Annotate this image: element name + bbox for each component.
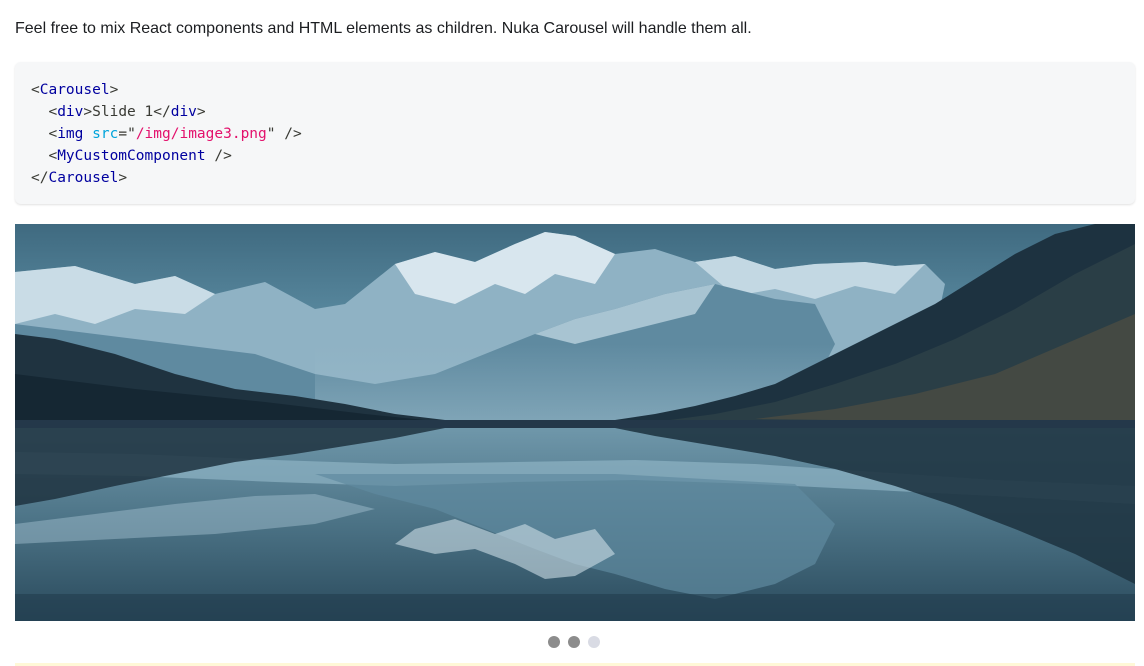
- code-tag: Carousel: [48, 170, 119, 186]
- code-line-2: <div>Slide 1</div>: [31, 104, 206, 120]
- code-token: >: [118, 170, 128, 186]
- code-line-1: <Carousel>: [31, 82, 118, 98]
- code-content: <Carousel> <div>Slide 1</div> <img src="…: [31, 79, 1135, 189]
- code-text: Slide 1: [92, 104, 154, 120]
- code-block: <Carousel> <div>Slide 1</div> <img src="…: [15, 62, 1135, 204]
- code-line-4: <MyCustomComponent />: [31, 148, 232, 164]
- code-token: =": [118, 126, 136, 142]
- code-token: <: [31, 82, 40, 98]
- code-token: >: [109, 82, 119, 98]
- code-token: <: [48, 104, 58, 120]
- intro-text: Feel free to mix React components and HT…: [15, 20, 752, 37]
- code-tag: Carousel: [39, 82, 110, 98]
- code-token: <: [48, 126, 58, 142]
- code-token: " />: [266, 126, 302, 142]
- code-tag: MyCustomComponent: [57, 148, 206, 164]
- code-tag: img: [57, 126, 84, 142]
- code-token: >: [196, 104, 206, 120]
- code-line-5: </Carousel>: [31, 170, 127, 186]
- code-token: <: [48, 148, 58, 164]
- code-line-3: <img src="/img/image3.png" />: [31, 126, 302, 142]
- carousel-dot-2[interactable]: [568, 636, 580, 648]
- code-token: </: [153, 104, 171, 120]
- code-tag: div: [57, 104, 84, 120]
- code-token: </: [31, 170, 49, 186]
- code-attr: src: [92, 126, 119, 142]
- code-string: /img/image3.png: [135, 126, 267, 142]
- carousel-dot-3[interactable]: [588, 636, 600, 648]
- code-token: />: [205, 148, 232, 164]
- code-tag: div: [170, 104, 197, 120]
- mountain-lake-image: [15, 224, 1135, 621]
- carousel-slide-image[interactable]: [15, 224, 1135, 621]
- carousel-dot-1[interactable]: [548, 636, 560, 648]
- code-token: >: [83, 104, 93, 120]
- carousel-pagination: [548, 636, 600, 648]
